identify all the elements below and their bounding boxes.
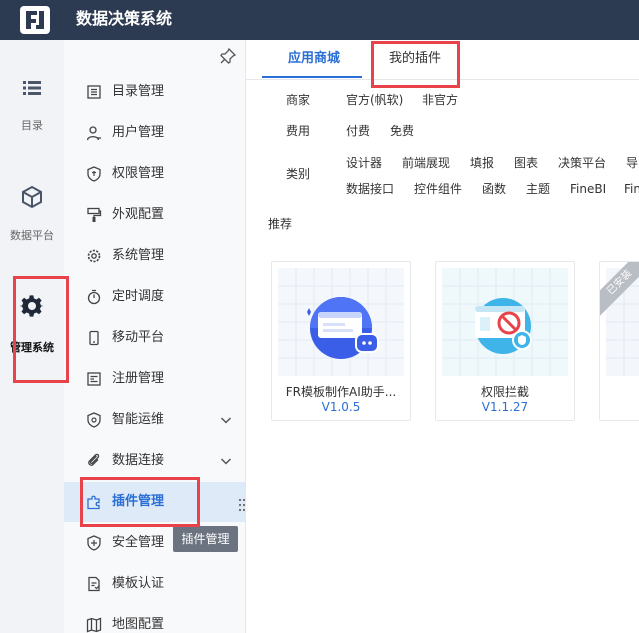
- recommend-title: 推荐: [268, 217, 293, 231]
- template-icon: [88, 576, 100, 592]
- sidebar-item-label: 智能运维: [112, 412, 165, 427]
- ops-icon: [87, 412, 101, 428]
- sidebar-item-catalog[interactable]: 目录管理: [64, 72, 245, 112]
- map-icon: [86, 617, 102, 633]
- sidebar-item-users[interactable]: 用户管理: [64, 113, 245, 153]
- sidebar-item-label: 地图配置: [112, 617, 165, 632]
- sidebar-item-label: 注册管理: [112, 371, 165, 386]
- chevron-down-icon[interactable]: [219, 454, 233, 468]
- highlight-box-my-plugins: [371, 41, 460, 88]
- filter-chip-free[interactable]: 免费: [390, 123, 414, 139]
- security-icon: [87, 535, 101, 551]
- tab-app-store[interactable]: 应用商城: [288, 50, 340, 68]
- top-bar: 数据决策系统: [0, 0, 639, 40]
- plugin-thumbnail: [278, 268, 404, 376]
- filter-label-category: 类别: [286, 167, 311, 181]
- sidebar-item-label: 外观配置: [112, 207, 165, 222]
- filter-chip-function[interactable]: 函数: [482, 181, 506, 197]
- filter-chip-data-interface[interactable]: 数据接口: [346, 181, 394, 197]
- sidebar-item-appearance[interactable]: 外观配置: [64, 195, 245, 235]
- plugin-name: FR模板制作AI助手...: [285, 385, 397, 399]
- rail-item-data-platform[interactable]: 数据平台: [0, 178, 64, 258]
- list-icon: [23, 81, 41, 95]
- sidebar-item-data-connection[interactable]: 数据连接: [64, 441, 245, 481]
- pin-icon[interactable]: [220, 48, 236, 64]
- sidebar-item-label: 移动平台: [112, 330, 165, 345]
- sidebar-item-label: 系统管理: [112, 248, 165, 263]
- cube-icon: [22, 185, 42, 209]
- plugin-card[interactable]: 已安装: [599, 261, 639, 421]
- sidebar-item-registration[interactable]: 注册管理: [64, 359, 245, 399]
- filter-chip-widget[interactable]: 控件组件: [414, 181, 462, 197]
- filter-chip-designer[interactable]: 设计器: [346, 155, 382, 171]
- plugin-name: 权限拦截: [480, 385, 529, 399]
- sidebar-item-label: 用户管理: [112, 125, 165, 140]
- sidebar-item-label: 定时调度: [112, 289, 165, 304]
- active-tab-indicator: [262, 76, 362, 78]
- timer-icon: [87, 289, 101, 305]
- highlight-box-admin: [13, 276, 69, 383]
- app-logo-icon[interactable]: [20, 6, 50, 34]
- sidebar-item-system[interactable]: 系统管理: [64, 236, 245, 276]
- plugin-version: V1.0.5: [321, 400, 361, 414]
- ai-assistant-illustration: [278, 268, 404, 376]
- rail-label: 数据平台: [10, 229, 54, 242]
- sidebar-item-label: 目录管理: [112, 84, 165, 99]
- filter-chip-official[interactable]: 官方(帆软): [346, 92, 403, 108]
- plugin-version: V1.1.27: [481, 400, 529, 414]
- chevron-down-icon[interactable]: [219, 413, 233, 427]
- sidebar-item-label: 安全管理: [112, 535, 165, 550]
- sidebar-item-label: 权限管理: [112, 166, 165, 181]
- filter-chip-finebi[interactable]: FineBI: [570, 181, 606, 197]
- filter-chip-fill[interactable]: 填报: [470, 155, 494, 171]
- filter-chip-frontend[interactable]: 前端展现: [402, 155, 450, 171]
- user-icon: [86, 126, 101, 141]
- phone-icon: [89, 330, 99, 346]
- filter-chip-unofficial[interactable]: 非官方: [422, 92, 458, 108]
- filter-label-fee: 费用: [286, 124, 311, 138]
- plugin-main-panel: 应用商城 我的插件 商家 官方(帆软) 非官方 费用 付费 免费 类别 设计器 …: [246, 40, 639, 633]
- rail-item-catalog[interactable]: 目录: [0, 68, 64, 148]
- sidebar-item-permissions[interactable]: 权限管理: [64, 154, 245, 194]
- filter-chip-theme[interactable]: 主题: [526, 181, 550, 197]
- filter-chip-chart[interactable]: 图表: [514, 155, 538, 171]
- sidebar-item-label: 数据连接: [112, 453, 165, 468]
- sidebar-item-map[interactable]: 地图配置: [64, 605, 245, 633]
- sidebar-item-schedule[interactable]: 定时调度: [64, 277, 245, 317]
- sidebar-item-smart-ops[interactable]: 智能运维: [64, 400, 245, 440]
- plugin-thumbnail: [442, 268, 568, 376]
- catalog-icon: [87, 85, 101, 99]
- paint-icon: [87, 207, 102, 222]
- filter-chip-export[interactable]: 导: [626, 155, 638, 171]
- sidebar-item-template-cert[interactable]: 模板认证: [64, 564, 245, 604]
- register-icon: [87, 372, 101, 386]
- app-title: 数据决策系统: [76, 9, 173, 28]
- filter-label-vendor: 商家: [286, 93, 311, 107]
- sidebar-tooltip: 插件管理: [173, 526, 238, 552]
- plugin-card[interactable]: FR模板制作AI助手... V1.0.5: [271, 261, 411, 421]
- plugin-card[interactable]: 权限拦截 V1.1.27: [435, 261, 575, 421]
- filter-chip-fin[interactable]: Fin: [624, 181, 639, 197]
- permission-block-illustration: [442, 268, 568, 376]
- shield-icon: [87, 166, 101, 182]
- sidebar-item-mobile[interactable]: 移动平台: [64, 318, 245, 358]
- filter-chip-decision-platform[interactable]: 决策平台: [558, 155, 606, 171]
- sidebar-item-label: 模板认证: [112, 576, 165, 591]
- settings-icon: [87, 249, 101, 263]
- filter-chip-paid[interactable]: 付费: [346, 123, 370, 139]
- link-icon: [88, 453, 100, 466]
- rail-label: 目录: [21, 119, 43, 132]
- highlight-box-plugin-manage: [80, 477, 200, 527]
